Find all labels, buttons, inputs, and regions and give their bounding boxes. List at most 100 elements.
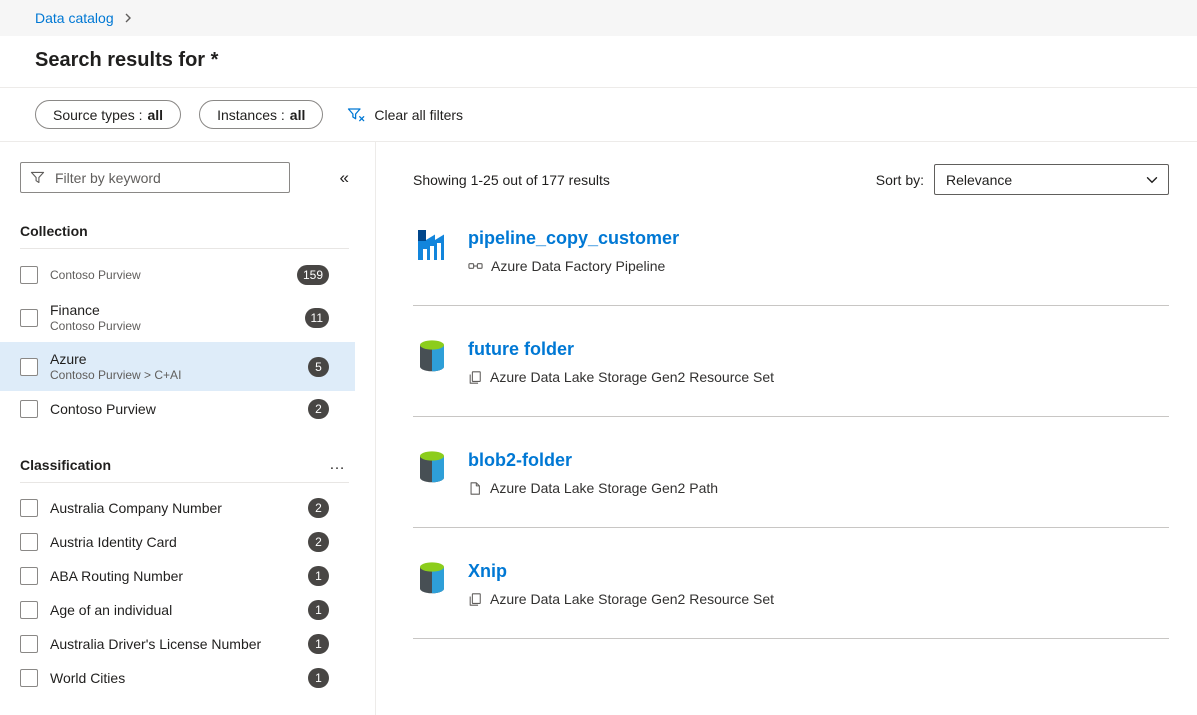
result-type-label: Azure Data Lake Storage Gen2 Path: [490, 480, 718, 496]
classification-item[interactable]: ABA Routing Number 1: [0, 559, 355, 593]
checkbox[interactable]: [20, 635, 38, 653]
checkbox[interactable]: [20, 567, 38, 585]
classification-item-label: Age of an individual: [50, 601, 308, 619]
classification-filter-list: Australia Company Number 2 Austria Ident…: [0, 491, 375, 695]
checkbox[interactable]: [20, 309, 38, 327]
page-title: Search results for *: [35, 49, 1162, 72]
checkbox[interactable]: [20, 400, 38, 418]
count-badge: 5: [308, 357, 329, 377]
search-results-panel: Showing 1-25 out of 177 results Sort by:…: [376, 142, 1197, 715]
result-type-label: Azure Data Lake Storage Gen2 Resource Se…: [490, 369, 774, 385]
checkbox[interactable]: [20, 358, 38, 376]
instances-filter-button[interactable]: Instances : all: [199, 100, 323, 129]
result-title-link[interactable]: Xnip: [468, 560, 774, 582]
collection-item[interactable]: Finance Contoso Purview 11: [0, 293, 355, 342]
count-badge: 1: [308, 600, 329, 620]
classification-more-button[interactable]: …: [327, 460, 349, 470]
clear-filter-icon: [347, 107, 365, 123]
pill-value: all: [148, 107, 164, 123]
divider: [413, 638, 1169, 639]
count-badge: 2: [308, 498, 329, 518]
results-summary: Showing 1-25 out of 177 results: [413, 172, 610, 188]
pill-value: all: [290, 107, 306, 123]
count-badge: 1: [308, 634, 329, 654]
classification-section-title: Classification: [20, 457, 111, 473]
collection-item-sublabel: Contoso Purview: [50, 268, 297, 283]
sort-dropdown[interactable]: Relevance: [934, 164, 1169, 195]
breadcrumb-chevron-icon: [123, 13, 133, 23]
checkbox[interactable]: [20, 499, 38, 517]
result-title-link[interactable]: pipeline_copy_customer: [468, 227, 679, 249]
pill-label: Source types :: [53, 107, 143, 123]
clear-all-filters-button[interactable]: Clear all filters: [347, 107, 463, 123]
pipeline-icon: [468, 260, 483, 272]
results-header: Showing 1-25 out of 177 results Sort by:…: [413, 164, 1169, 195]
count-badge: 2: [308, 399, 329, 419]
filter-bar: Source types : all Instances : all Clear…: [0, 88, 1197, 142]
file-icon: [468, 481, 482, 496]
resource-set-icon: [468, 370, 482, 385]
count-badge: 1: [308, 566, 329, 586]
collapse-sidebar-button[interactable]: «: [334, 166, 355, 190]
classification-item[interactable]: Age of an individual 1: [0, 593, 355, 627]
classification-item-label: Austria Identity Card: [50, 533, 308, 551]
count-badge: 11: [305, 308, 329, 328]
sort-dropdown-value: Relevance: [946, 172, 1012, 188]
classification-item[interactable]: Australia Company Number 2: [0, 491, 355, 525]
keyword-filter-row: «: [0, 162, 375, 193]
result-item: Xnip Azure Data Lake Storage Gen2 Resour…: [413, 528, 1169, 607]
checkbox[interactable]: [20, 266, 38, 284]
checkbox[interactable]: [20, 533, 38, 551]
classification-item-label: Australia Driver's License Number: [50, 635, 308, 653]
collection-item[interactable]: Contoso Purview 159: [0, 257, 355, 293]
result-item: pipeline_copy_customer Azure Data Factor…: [413, 195, 1169, 274]
chevron-down-icon: [1145, 173, 1159, 187]
adls-gen2-icon: [413, 448, 451, 486]
classification-item[interactable]: Austria Identity Card 2: [0, 525, 355, 559]
breadcrumb-link-data-catalog[interactable]: Data catalog: [35, 10, 114, 26]
result-type-label: Azure Data Factory Pipeline: [491, 258, 665, 274]
checkbox[interactable]: [20, 669, 38, 687]
collection-section-header: Collection: [20, 223, 349, 249]
classification-item[interactable]: Australia Driver's License Number 1: [0, 627, 355, 661]
breadcrumb: Data catalog: [0, 0, 1197, 36]
filters-sidebar: « Collection Contoso Purview 159 F: [0, 142, 376, 715]
result-title-link[interactable]: blob2-folder: [468, 449, 718, 471]
result-item: future folder Azure Data Lake Storage Ge…: [413, 306, 1169, 385]
pill-label: Instances :: [217, 107, 285, 123]
content: « Collection Contoso Purview 159 F: [0, 142, 1197, 715]
purview-app: Data catalog Search results for * Source…: [0, 0, 1197, 715]
collection-item[interactable]: Contoso Purview 2: [0, 391, 355, 427]
count-badge: 159: [297, 265, 329, 285]
collection-item-sublabel: Contoso Purview: [50, 319, 305, 334]
collection-item-sublabel: Contoso Purview > C+AI: [50, 368, 308, 383]
classification-item-label: Australia Company Number: [50, 499, 308, 517]
classification-item-label: World Cities: [50, 669, 308, 687]
result-item: blob2-folder Azure Data Lake Storage Gen…: [413, 417, 1169, 496]
sort-by-label: Sort by:: [876, 172, 924, 188]
clear-all-filters-label: Clear all filters: [374, 107, 463, 123]
collection-section-title: Collection: [20, 223, 88, 239]
collection-item-label: Contoso Purview: [50, 400, 308, 418]
keyword-filter-input[interactable]: [53, 169, 280, 187]
data-factory-icon: [413, 226, 451, 264]
collection-filter-list: Contoso Purview 159 Finance Contoso Purv…: [0, 257, 375, 427]
result-type-label: Azure Data Lake Storage Gen2 Resource Se…: [490, 591, 774, 607]
adls-gen2-icon: [413, 337, 451, 375]
classification-item-label: ABA Routing Number: [50, 567, 308, 585]
count-badge: 1: [308, 668, 329, 688]
checkbox[interactable]: [20, 601, 38, 619]
count-badge: 2: [308, 532, 329, 552]
filter-funnel-icon: [30, 171, 45, 185]
collection-item-label: Finance: [50, 301, 305, 319]
page-header: Search results for *: [0, 36, 1197, 88]
result-title-link[interactable]: future folder: [468, 338, 774, 360]
classification-item[interactable]: World Cities 1: [0, 661, 355, 695]
keyword-filter-box: [20, 162, 290, 193]
resource-set-icon: [468, 592, 482, 607]
collection-item-label: Azure: [50, 350, 308, 368]
classification-section-header: Classification …: [20, 457, 349, 483]
source-types-filter-button[interactable]: Source types : all: [35, 100, 181, 129]
sort-control: Sort by: Relevance: [876, 164, 1169, 195]
collection-item-selected[interactable]: Azure Contoso Purview > C+AI 5: [0, 342, 355, 391]
